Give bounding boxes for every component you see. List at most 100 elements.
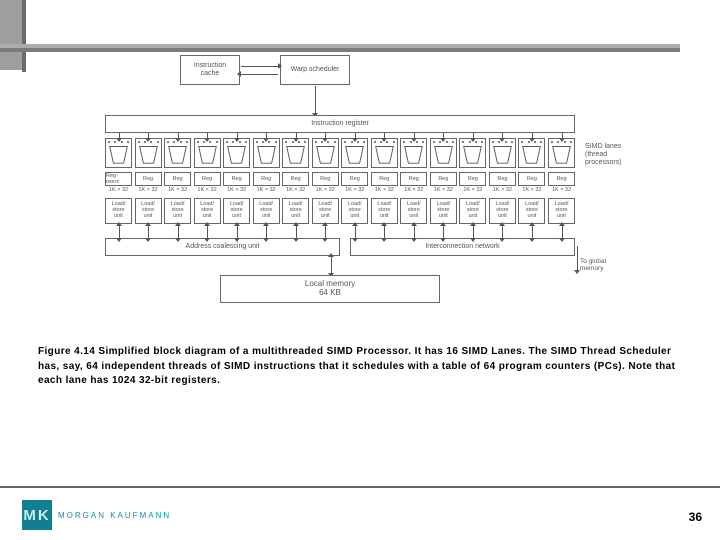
lane-register-size: 1K × 32	[312, 187, 339, 193]
arrow-lane-to-bus	[443, 226, 444, 238]
lane-load-store-unit: Load/storeunit	[341, 198, 368, 224]
box-local-memory: Local memory64 KB	[220, 275, 440, 303]
arrow-ireg-to-lane	[207, 133, 208, 138]
lane-register-size: 1K × 32	[371, 187, 398, 193]
lane-registers: Reg	[548, 172, 575, 186]
arrow-ireg-to-lane	[237, 133, 238, 138]
arrow-ireg-to-lane	[148, 133, 149, 138]
arrow-lane-to-bus	[384, 226, 385, 238]
lane-register-size: 1K × 32	[253, 187, 280, 193]
arrow-sched-to-cache	[241, 74, 278, 75]
lane-registers: Reg	[400, 172, 427, 186]
lane-registers: Reg	[518, 172, 545, 186]
lane-registers: Reg	[135, 172, 162, 186]
lane-register-size: 1K × 32	[400, 187, 427, 193]
lane-alu	[341, 138, 368, 168]
lane-alu	[400, 138, 427, 168]
lane-registers: Reg	[312, 172, 339, 186]
lane-alu	[548, 138, 575, 168]
lane-register-size: 1K × 32	[459, 187, 486, 193]
lane-register-size: 1K × 32	[223, 187, 250, 193]
lane-registers: Reg	[489, 172, 516, 186]
arrow-ireg-to-lane	[532, 133, 533, 138]
lane-load-store-unit: Load/storeunit	[400, 198, 427, 224]
lane-alu	[105, 138, 132, 168]
lane-register-size: 1K × 32	[105, 187, 132, 193]
arrow-lane-to-bus	[532, 226, 533, 238]
lane-register-size: 1K × 32	[341, 187, 368, 193]
lane-register-size: 1K × 32	[194, 187, 221, 193]
lane-register-size: 1K × 32	[135, 187, 162, 193]
lane-alu	[459, 138, 486, 168]
lane-load-store-unit: Load/storeunit	[253, 198, 280, 224]
lane-load-store-unit: Load/storeunit	[282, 198, 309, 224]
arrow-ireg-to-lane	[502, 133, 503, 138]
publisher-mark: MK	[22, 500, 52, 530]
label-simd-lanes: SIMD lanes(threadprocessors)	[585, 143, 665, 167]
lane-registers: Reg	[282, 172, 309, 186]
publisher-name: MORGAN KAUFMANN	[58, 511, 171, 520]
arrow-from-local-mem-1	[331, 257, 332, 273]
lane-alu	[253, 138, 280, 168]
arrow-lane-to-bus	[473, 226, 474, 238]
lane-alu	[371, 138, 398, 168]
lane-alu	[223, 138, 250, 168]
lane-alu	[489, 138, 516, 168]
lane-array: Reg- isters1K × 32Load/storeunitReg1K × …	[105, 138, 575, 228]
arrow-lane-to-bus	[178, 226, 179, 238]
arrow-lane-to-bus	[148, 226, 149, 238]
arrow-ireg-to-lane	[178, 133, 179, 138]
lane-registers: Reg	[194, 172, 221, 186]
lane-registers: Reg	[164, 172, 191, 186]
slide-accent-vert	[22, 0, 26, 72]
arrow-ireg-to-lane	[325, 133, 326, 138]
arrow-lane-to-bus	[502, 226, 503, 238]
lane-alu	[430, 138, 457, 168]
arrow-lane-to-bus	[562, 226, 563, 238]
lane-load-store-unit: Load/storeunit	[548, 198, 575, 224]
label-to-global-memory: To globalmemory	[580, 258, 650, 272]
lane-register-size: 1K × 32	[548, 187, 575, 193]
lane-register-size: 1K × 32	[489, 187, 516, 193]
lane-load-store-unit: Load/storeunit	[459, 198, 486, 224]
lane-load-store-unit: Load/storeunit	[371, 198, 398, 224]
lane-load-store-unit: Load/storeunit	[164, 198, 191, 224]
lane-load-store-unit: Load/storeunit	[135, 198, 162, 224]
lane-alu	[312, 138, 339, 168]
footer-rule	[0, 486, 720, 488]
arrow-ireg-to-lane	[414, 133, 415, 138]
arrow-lane-to-bus	[119, 226, 120, 238]
lane-load-store-unit: Load/storeunit	[489, 198, 516, 224]
arrow-lane-to-bus	[355, 226, 356, 238]
lane-register-size: 1K × 32	[282, 187, 309, 193]
lane-load-store-unit: Load/storeunit	[312, 198, 339, 224]
arrow-ireg-to-lane	[443, 133, 444, 138]
arrow-lane-to-bus	[325, 226, 326, 238]
arrow-lane-to-bus	[237, 226, 238, 238]
lane-alu	[164, 138, 191, 168]
arrow-lane-to-bus	[207, 226, 208, 238]
lane-registers: Reg	[223, 172, 250, 186]
box-address-coalescing-unit: Address coalescing unit	[105, 238, 340, 256]
lane-registers: Reg	[430, 172, 457, 186]
box-instruction-register: Instruction register	[105, 115, 575, 133]
lane-register-size: 1K × 32	[164, 187, 191, 193]
arrow-ireg-to-lane	[562, 133, 563, 138]
lane-load-store-unit: Load/storeunit	[105, 198, 132, 224]
arrow-lane-to-bus	[296, 226, 297, 238]
box-instruction-cache: Instructioncache	[180, 55, 240, 85]
arrow-ireg-to-lane	[296, 133, 297, 138]
lane-load-store-unit: Load/storeunit	[518, 198, 545, 224]
arrow-cache-to-sched	[241, 66, 278, 67]
block-diagram: Instructioncache Warp scheduler Instruct…	[75, 40, 685, 330]
publisher-logo: MK MORGAN KAUFMANN	[22, 500, 171, 530]
lane-registers: Reg	[459, 172, 486, 186]
page-number: 36	[689, 510, 702, 524]
lane-alu	[518, 138, 545, 168]
figure-caption: Figure 4.14 Simplified block diagram of …	[38, 345, 678, 389]
arrow-ireg-to-lane	[473, 133, 474, 138]
lane-registers: Reg- isters	[105, 172, 132, 186]
lane-load-store-unit: Load/storeunit	[223, 198, 250, 224]
lane-alu	[194, 138, 221, 168]
lane-alu	[282, 138, 309, 168]
